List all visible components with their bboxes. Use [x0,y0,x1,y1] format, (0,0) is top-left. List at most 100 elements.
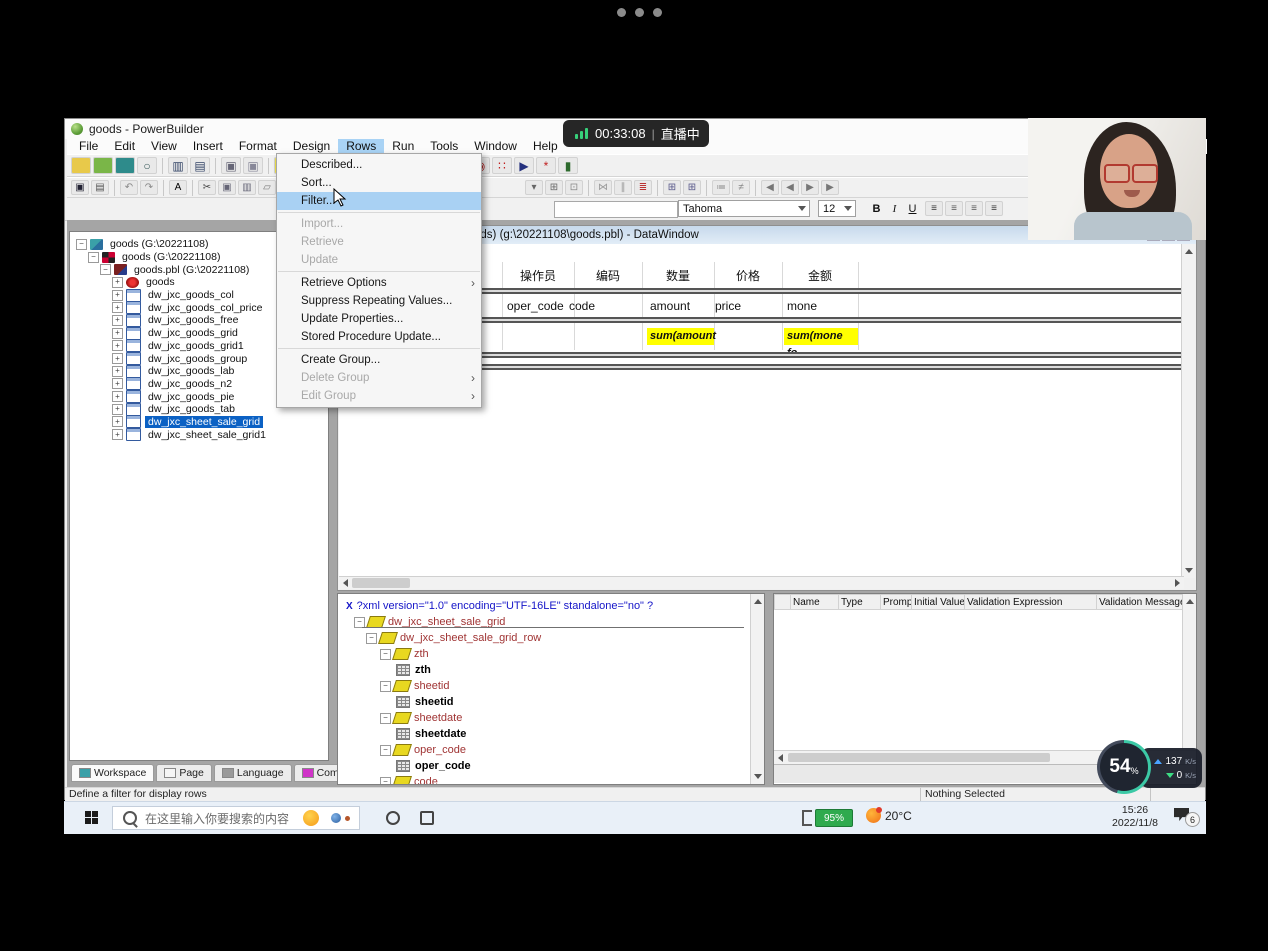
expand-icon[interactable]: + [112,378,123,389]
task-view-button[interactable] [420,811,434,825]
weather-indicator[interactable]: 20°C [866,808,912,823]
insert-row-icon[interactable]: ⊞ [663,180,681,195]
sparkle-icon[interactable]: * [536,157,556,174]
menu-item-delete-group[interactable]: Delete Group› [277,369,481,387]
collapse-icon[interactable]: − [76,239,87,250]
chevron-down-icon[interactable] [795,201,809,216]
expand-icon[interactable]: + [112,290,123,301]
menu-run[interactable]: Run [384,139,422,154]
collapse-icon[interactable]: − [88,252,99,263]
tabvalue-icon[interactable]: ⊡ [565,180,583,195]
scroll-left-icon[interactable] [776,753,785,762]
menu-format[interactable]: Format [231,139,285,154]
menu-item-update[interactable]: Update [277,251,481,269]
expand-icon[interactable]: + [112,302,123,313]
menu-insert[interactable]: Insert [185,139,231,154]
slide-icon[interactable]: ∥ [614,180,632,195]
scroll-down-icon[interactable] [1184,566,1193,575]
collapse-icon[interactable]: − [380,681,391,692]
menu-item-import[interactable]: Import... [277,215,481,233]
collapse-icon[interactable]: − [354,617,365,628]
expand-icon[interactable]: + [112,391,123,402]
xml-node-zth[interactable]: −zth [338,646,764,662]
tab-language[interactable]: Language [214,764,292,782]
italic-button[interactable]: I [887,201,902,216]
menu-item-retrieve[interactable]: Retrieve [277,233,481,251]
append-row-icon[interactable]: ⊞ [683,180,701,195]
scroll-up-icon[interactable] [1184,247,1193,256]
equalize-icon[interactable]: ≔ [712,180,730,195]
xml-node-zth[interactable]: zth [338,662,764,678]
save-close-icon[interactable] [115,157,135,174]
dw-column-price[interactable]: price [715,297,741,315]
run-icon[interactable]: ▶ [514,157,534,174]
dw-compute-sum-amount[interactable]: sum(amount [647,328,714,345]
xml-node-sheetdate[interactable]: sheetdate [338,726,764,742]
battery-indicator[interactable]: 95% [802,809,860,827]
bold-button[interactable]: B [869,201,884,216]
xml-node-dw-jxc-sheet-sale-grid-r[interactable]: −dw_jxc_sheet_sale_grid_row [338,630,764,646]
dw-compute-sum-mone-fo[interactable]: sum(mone fo. [784,328,858,345]
dw-column-oper-code[interactable]: oper_code [507,297,564,315]
paste-icon[interactable]: ▥ [238,180,256,195]
scroll-up-icon[interactable] [753,597,762,606]
expand-icon[interactable]: + [112,429,123,440]
start-button[interactable] [74,802,110,834]
menu-item-stored-procedure-update[interactable]: Stored Procedure Update... [277,328,481,346]
taskbar-clock[interactable]: 15:26 2022/11/8 [1102,804,1168,830]
dw-header-编码[interactable]: 编码 [574,265,642,287]
collapse-icon[interactable]: − [100,264,111,275]
expand-icon[interactable]: + [112,404,123,415]
tree-item-dw-jxc-sheet-sale-grid1[interactable]: +dw_jxc_sheet_sale_grid1 [70,428,328,441]
dw-column-mone[interactable]: mone [787,297,817,315]
align-center-icon[interactable]: ≡ [945,201,963,216]
panes-icon[interactable]: ▥ [168,157,188,174]
align-right-icon[interactable]: ≡ [965,201,983,216]
maximize-band-icon[interactable]: ▣ [221,157,241,174]
menu-item-create-group[interactable]: Create Group... [277,351,481,369]
next-row-icon[interactable]: ▶ [801,180,819,195]
prior-row-icon[interactable]: ◀ [781,180,799,195]
restore-band-icon[interactable]: ▣ [243,157,263,174]
xml-vertical-scrollbar[interactable] [750,594,764,784]
delete-row-icon[interactable]: ≠ [732,180,750,195]
underline-button[interactable]: U [905,201,920,216]
grid-icon[interactable]: ⊞ [545,180,563,195]
tab-workspace[interactable]: Workspace [71,764,154,782]
preview-icon[interactable]: ▤ [190,157,210,174]
xml-node-code[interactable]: −code [338,774,764,785]
menu-item-update-properties[interactable]: Update Properties... [277,310,481,328]
painter-horizontal-scrollbar[interactable] [339,576,1184,589]
xml-node-sheetdate[interactable]: −sheetdate [338,710,764,726]
expand-icon[interactable]: + [112,353,123,364]
browse-icon[interactable]: ○ [137,157,157,174]
memory-usage-ring[interactable]: 54 % [1097,740,1151,794]
dw-column-code[interactable]: code [569,297,595,315]
collapse-icon[interactable]: − [380,649,391,660]
print-icon[interactable]: ▤ [91,180,109,195]
collapse-icon[interactable]: − [380,745,391,756]
first-row-icon[interactable]: ◀ [761,180,779,195]
menu-view[interactable]: View [143,139,185,154]
font-icon[interactable]: A [169,180,187,195]
xml-node-sheetid[interactable]: sheetid [338,694,764,710]
painter-vertical-scrollbar[interactable] [1181,244,1195,578]
align-left-icon[interactable]: ≡ [925,201,943,216]
expand-icon[interactable]: + [112,328,123,339]
scroll-left-icon[interactable] [341,578,350,587]
exit-icon[interactable]: ▮ [558,157,578,174]
menu-design[interactable]: Design [285,139,338,154]
new-icon[interactable] [71,157,91,174]
cut-icon[interactable]: ✂ [198,180,216,195]
chevron-down-icon[interactable] [841,201,855,216]
menu-item-retrieve-options[interactable]: Retrieve Options› [277,274,481,292]
xml-node-sheetid[interactable]: −sheetid [338,678,764,694]
redo-icon[interactable]: ↷ [140,180,158,195]
expand-icon[interactable]: + [112,340,123,351]
save-icon[interactable]: ▣ [71,180,89,195]
scrollbar-thumb[interactable] [352,578,410,588]
expand-icon[interactable]: + [112,366,123,377]
undo-icon[interactable]: ↶ [120,180,138,195]
structure-icon[interactable]: ≣ [634,180,652,195]
last-row-icon[interactable]: ▶ [821,180,839,195]
